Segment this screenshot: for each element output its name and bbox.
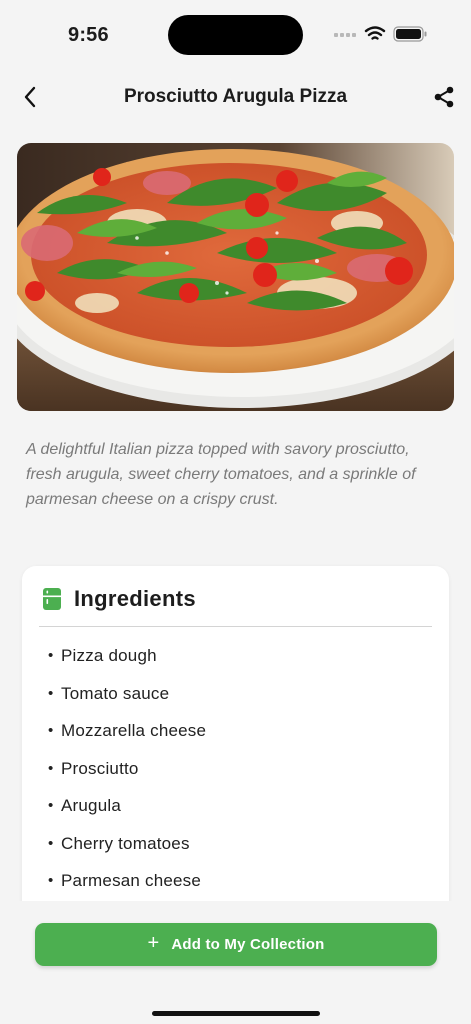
add-to-collection-button[interactable]: + Add to My Collection xyxy=(35,923,437,966)
list-item: • Cherry tomatoes xyxy=(48,833,190,853)
ingredient-label: Arugula xyxy=(61,796,121,815)
ingredient-label: Parmesan cheese xyxy=(61,871,202,890)
ingredient-label: Mozzarella cheese xyxy=(61,721,207,740)
plus-icon: + xyxy=(147,932,160,954)
list-item: • Mozzarella cheese xyxy=(48,721,207,740)
nav-bar: Prosciutto Arugula Pizza xyxy=(0,72,471,122)
ingredients-card: Ingredients • Pizza dough • Tomato sauce •… xyxy=(22,566,449,926)
ingredient-label: Prosciutto xyxy=(61,758,139,778)
status-time: 9:56 xyxy=(68,24,109,46)
kitchen-icon xyxy=(43,588,61,610)
list-item: • Tomato sauce xyxy=(48,683,170,703)
dynamic-island xyxy=(168,15,303,55)
list-item: • Prosciutto xyxy=(48,758,139,778)
divider xyxy=(39,626,432,627)
chevron-left-icon xyxy=(24,86,36,108)
battery-icon xyxy=(393,26,427,42)
ingredient-list: • Pizza dough • Tomato sauce • Mozzarella c… xyxy=(48,646,206,909)
list-item: • Arugula xyxy=(48,796,121,815)
add-button-label: Add to My Collection xyxy=(171,936,325,953)
signal-icon xyxy=(334,33,356,37)
status-icons xyxy=(332,25,432,45)
recipe-image xyxy=(17,143,454,411)
home-indicator[interactable] xyxy=(152,1011,320,1016)
page-title: Prosciutto Arugula Pizza xyxy=(123,86,348,107)
list-item: • Pizza dough xyxy=(48,646,157,665)
ingredients-header: Ingredients xyxy=(42,586,432,616)
recipe-description: A delightful Italian pizza topped with s… xyxy=(26,441,416,508)
share-button[interactable] xyxy=(427,80,461,114)
ingredient-label: Tomato sauce xyxy=(61,683,170,703)
ingredients-title: Ingredients xyxy=(74,586,196,611)
status-bar: 9:56 xyxy=(0,0,471,62)
wifi-icon xyxy=(364,26,386,40)
bottom-action-bar: + Add to My Collection xyxy=(0,901,471,1024)
ingredient-label: Pizza dough xyxy=(61,646,157,665)
ingredient-label: Cherry tomatoes xyxy=(61,833,190,853)
back-button[interactable] xyxy=(14,80,48,114)
share-icon xyxy=(434,86,454,108)
